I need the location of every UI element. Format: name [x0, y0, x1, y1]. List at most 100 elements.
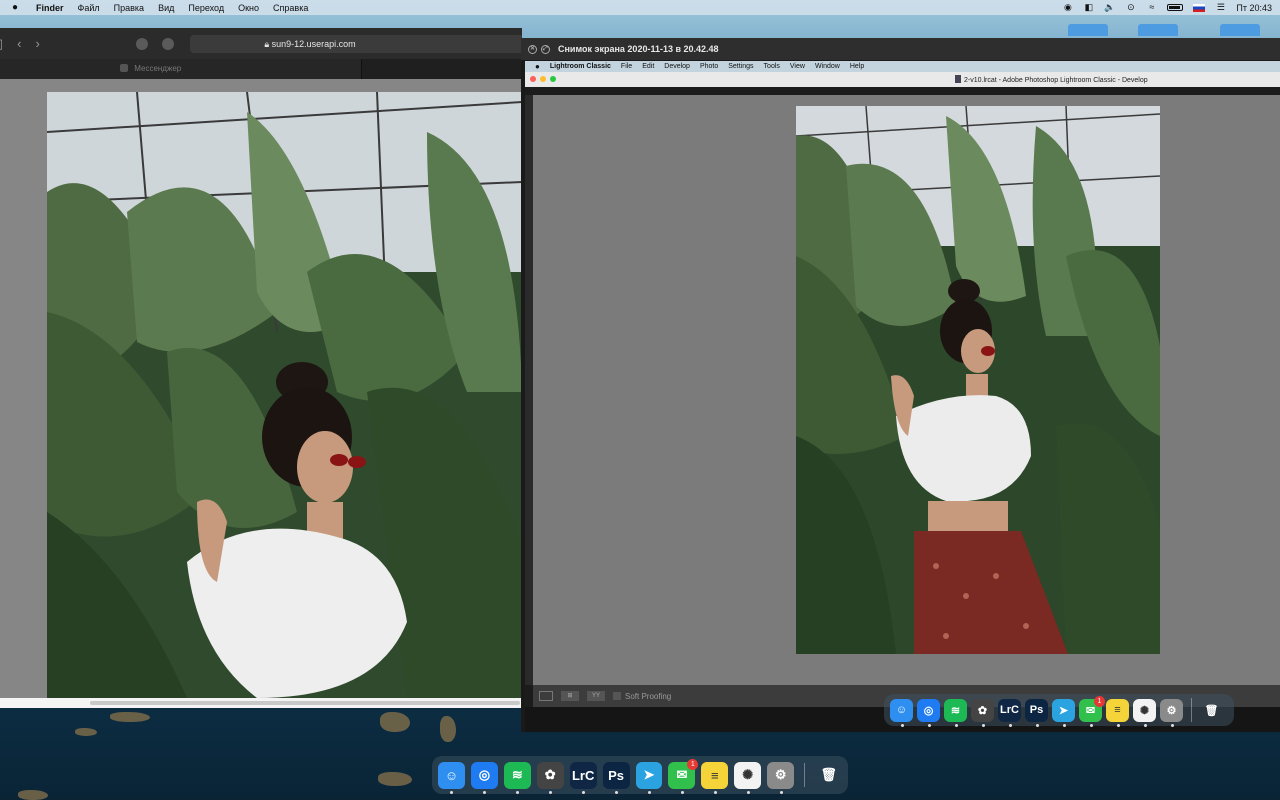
running-indicator	[954, 723, 958, 727]
photo-jungle-woman	[47, 92, 522, 698]
sidebar-toggle-icon[interactable]: ▯	[0, 36, 3, 52]
menu-file[interactable]: Файл	[78, 3, 100, 13]
battery-icon[interactable]	[1167, 4, 1184, 11]
tab-bar: Мессенджер	[0, 59, 522, 79]
running-indicator	[779, 790, 783, 794]
running-indicator	[746, 790, 750, 794]
lr-menu-app: Lightroom Classic	[549, 63, 611, 70]
document-icon	[955, 75, 961, 83]
trash-icon: 🗑	[1204, 704, 1219, 717]
screenshot-preview-window: ✕ ⤢ Снимок экрана 2020-11-13 в 20.42.48 …	[521, 38, 1280, 732]
wallpaper-rock	[378, 772, 412, 786]
vk-favicon-icon	[120, 64, 128, 72]
browser-window: ▯ ‹ › 🔒︎ sun9-12.userapi.com Мессенджер	[0, 28, 522, 708]
preview-title: Снимок экрана 2020-11-13 в 20.42.48	[558, 44, 719, 54]
telegram-icon[interactable]: ➤	[635, 761, 663, 794]
finder-icon: ☺	[890, 698, 913, 727]
scrollbar-thumb[interactable]	[90, 701, 520, 705]
shield-icon[interactable]	[161, 37, 174, 50]
running-indicator	[647, 790, 651, 794]
dock: ☺ ◎ ≋ ✿ LrC Ps ➤ ✉ 1 ≡ ✺ ⚙ 🗑	[432, 756, 848, 794]
menu-window[interactable]: Окно	[238, 3, 259, 13]
play-icon[interactable]: ⊙	[1125, 3, 1136, 12]
lr-menu-tools: Tools	[763, 63, 780, 70]
tab-label: Мессенджер	[134, 64, 182, 73]
running-indicator	[549, 790, 553, 794]
messages-icon[interactable]: ✉ 1	[668, 758, 699, 794]
running-indicator	[927, 723, 931, 727]
lr-doc-title: 2-v10.lrcat - Adobe Photoshop Lightroom …	[955, 75, 1148, 84]
photoshop-icon[interactable]: Ps	[602, 761, 630, 794]
menu-clock[interactable]: Пт 20:43	[1236, 3, 1272, 13]
wallpaper-rock	[75, 728, 97, 736]
control-center-icon[interactable]: ☰	[1215, 3, 1226, 12]
loupe-view-icon	[539, 691, 553, 701]
system-preferences-icon[interactable]: ⚙	[767, 761, 795, 794]
notes-icon[interactable]: ≡	[701, 761, 729, 794]
spotify-icon[interactable]: ≋	[503, 761, 531, 794]
horizontal-scrollbar[interactable]	[0, 698, 522, 708]
status-app-icon[interactable]: ◉	[1062, 3, 1073, 12]
running-indicator	[981, 723, 985, 727]
safari-icon[interactable]: ◎	[470, 761, 498, 794]
davinci-icon[interactable]: ✿	[536, 761, 564, 794]
running-indicator	[680, 790, 684, 794]
system-preferences-icon: ⚙	[1160, 698, 1183, 727]
apple-menu-icon[interactable]: ●	[12, 2, 26, 13]
soft-proofing-checkbox	[613, 692, 621, 700]
safari-icon: ◎	[917, 698, 940, 727]
wallpaper-rock	[110, 712, 150, 722]
lr-doc-title-text: 2-v10.lrcat - Adobe Photoshop Lightroom …	[964, 77, 1148, 84]
preview-titlebar[interactable]: ✕ ⤢ Снимок экрана 2020-11-13 в 20.42.48	[521, 38, 1280, 60]
lr-menu-view: View	[789, 63, 805, 70]
browser-toolbar: ▯ ‹ › 🔒︎ sun9-12.userapi.com	[0, 28, 522, 59]
input-source-flag-icon[interactable]	[1193, 3, 1206, 12]
running-indicator	[1062, 723, 1066, 727]
wifi-icon[interactable]: ≈	[1146, 3, 1157, 12]
running-indicator	[483, 790, 487, 794]
back-icon[interactable]: ‹	[17, 36, 21, 51]
photos-icon: ✺	[1133, 698, 1156, 727]
finder-icon[interactable]: ☺	[438, 761, 465, 794]
address-bar[interactable]: 🔒︎ sun9-12.userapi.com	[190, 35, 522, 53]
close-icon[interactable]: ✕	[528, 44, 537, 54]
running-indicator	[1143, 723, 1147, 727]
running-indicator	[1116, 723, 1120, 727]
wallpaper-rock	[18, 790, 48, 800]
browser-photo	[47, 92, 522, 698]
lr-develop-stage	[533, 95, 1280, 685]
menu-go[interactable]: Переход	[188, 3, 224, 13]
compare-icon: YY	[587, 691, 605, 701]
running-indicator	[450, 790, 454, 794]
photo-jungle-woman-full	[796, 106, 1160, 654]
spotify-icon: ≋	[944, 698, 967, 727]
lr-menu-file: File	[620, 63, 633, 70]
fullscreen-icon[interactable]: ⤢	[541, 44, 550, 54]
wallpaper-rock	[380, 712, 410, 732]
trash-icon[interactable]: 🗑	[815, 762, 842, 789]
forward-icon[interactable]: ›	[36, 36, 40, 51]
lightroom-icon[interactable]: LrC	[569, 761, 597, 794]
menu-help[interactable]: Справка	[273, 3, 308, 13]
lightroom-icon: LrC	[998, 698, 1021, 727]
extension-icon[interactable]	[135, 37, 148, 50]
running-indicator	[615, 790, 619, 794]
tab-messenger[interactable]: Мессенджер	[0, 59, 362, 79]
davinci-icon: ✿	[971, 698, 994, 727]
lr-apple-icon: ●	[535, 62, 540, 71]
menu-edit[interactable]: Правка	[114, 3, 144, 13]
running-indicator	[1035, 723, 1039, 727]
desktop-folder-icon[interactable]	[1220, 24, 1260, 36]
running-indicator	[1170, 723, 1174, 727]
lr-menu-develop: Develop	[664, 63, 690, 70]
menu-view[interactable]: Вид	[158, 3, 174, 13]
photos-icon[interactable]: ✺	[734, 761, 762, 794]
desktop-folder-icon[interactable]	[1138, 24, 1178, 36]
desktop-folder-icon[interactable]	[1068, 24, 1108, 36]
lightroom-titlebar: 2-v10.lrcat - Adobe Photoshop Lightroom …	[525, 72, 1280, 87]
menu-app-name[interactable]: Finder	[36, 3, 64, 13]
running-indicator	[516, 790, 520, 794]
status-dnd-icon[interactable]: ◧	[1083, 3, 1094, 12]
volume-icon[interactable]: 🔈	[1104, 3, 1115, 12]
running-indicator	[900, 723, 904, 727]
